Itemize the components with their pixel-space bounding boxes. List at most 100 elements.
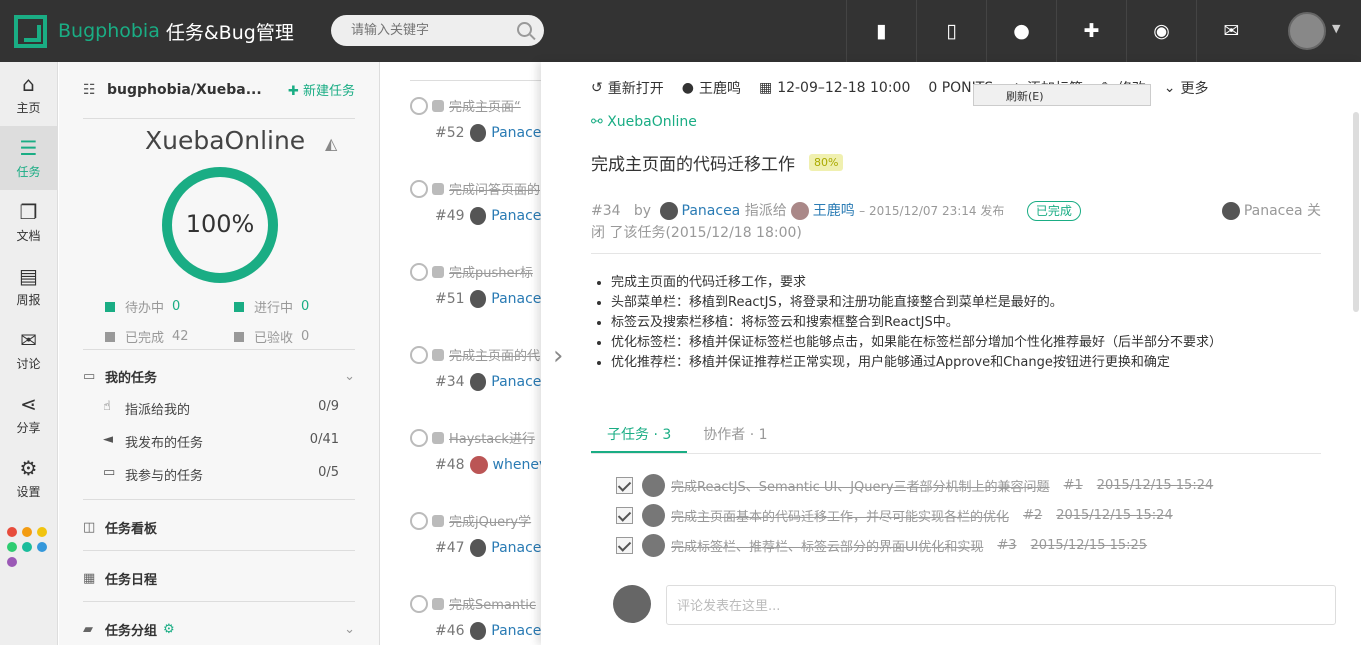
task-owner[interactable]: Panacea xyxy=(491,208,541,224)
new-task-label: 新建任务 xyxy=(302,84,355,99)
eye-icon[interactable]: ◉ xyxy=(1126,0,1196,62)
stat-todo[interactable]: 待办中 0 xyxy=(105,297,180,316)
check-circle-icon[interactable] xyxy=(410,96,428,115)
task-title: 完成Semantic xyxy=(449,598,536,613)
nav-settings[interactable]: ⚙ 设置 xyxy=(0,446,57,510)
chevron-right-icon[interactable]: › xyxy=(553,341,563,371)
description-item: 优化标签栏：移植并保证标签栏也能够点击，如果能在标签栏部分增加个性化推荐最好（后… xyxy=(611,333,1222,353)
mail-icon[interactable]: ✉ xyxy=(1196,0,1266,62)
reopen-label: 重新打开 xyxy=(607,81,664,97)
task-owner[interactable]: Panacea xyxy=(491,623,541,639)
task-board-link[interactable]: ◫ 任务看板 xyxy=(83,518,355,537)
my-task-published[interactable]: ◄ 我发布的任务 0/41 xyxy=(103,432,339,451)
wechat-icon[interactable]: ● xyxy=(986,0,1056,62)
scrollbar[interactable] xyxy=(1353,112,1359,312)
closer-name[interactable]: Panacea xyxy=(1244,203,1303,219)
share-icon: ⋖ xyxy=(20,391,37,416)
project-path[interactable]: bugphobia/Xueba... xyxy=(107,82,262,98)
my-task-joined[interactable]: ▭ 我参与的任务 0/5 xyxy=(103,465,339,484)
search-input[interactable] xyxy=(331,15,501,46)
author-link[interactable]: Panacea xyxy=(682,203,741,219)
avatar xyxy=(642,474,665,497)
assignee-label: 王鹿鸣 xyxy=(698,81,741,97)
subtask-date: 2015/12/15 15:25 xyxy=(1030,538,1148,553)
task-owner[interactable]: Panacea xyxy=(491,291,541,307)
color-dot[interactable] xyxy=(37,542,47,552)
sub-label: 我发布的任务 xyxy=(125,436,204,451)
check-circle-icon[interactable] xyxy=(410,345,428,364)
list-item[interactable]: 完成主页面的代 #34 Panacea xyxy=(410,345,541,391)
nav-tasks[interactable]: ☰ 任务 xyxy=(0,126,57,190)
stat-accepted[interactable]: 已验收 0 xyxy=(234,327,309,346)
new-task-button[interactable]: ✚ 新建任务 xyxy=(288,80,355,99)
chevron-down-icon[interactable]: ⌄ xyxy=(344,622,355,637)
nav-label: 文档 xyxy=(16,228,41,243)
stat-label: 已验收 xyxy=(254,331,294,346)
color-dot[interactable] xyxy=(7,557,17,567)
date-button[interactable]: ▦ 12-09–12-18 10:00 xyxy=(759,80,910,96)
nav-docs[interactable]: ❐ 文档 xyxy=(0,190,57,254)
check-circle-icon[interactable] xyxy=(410,179,428,198)
avatar xyxy=(469,539,487,557)
nav-share[interactable]: ⋖ 分享 xyxy=(0,382,57,446)
subtask-checkbox[interactable] xyxy=(616,477,633,494)
color-dot[interactable] xyxy=(22,527,32,537)
task-calendar-link[interactable]: ▦ 任务日程 xyxy=(83,569,355,588)
tab-subtasks[interactable]: 子任务 · 3 xyxy=(591,414,688,453)
list-item[interactable]: 完成问答页面的 #49 Panacea xyxy=(410,179,541,225)
task-owner[interactable]: Panacea xyxy=(491,374,541,390)
check-circle-icon[interactable] xyxy=(410,262,428,281)
area-chart-icon[interactable]: ◭ xyxy=(325,134,337,153)
list-item[interactable]: 完成Semantic #46 Panacea xyxy=(410,594,541,640)
project-name: XuebaOnline xyxy=(145,126,306,155)
chevron-down-icon[interactable]: ▼ xyxy=(1332,22,1340,35)
color-dot[interactable] xyxy=(7,527,17,537)
subtask-text[interactable]: 完成主页面基本的代码迁移工作，并尽可能实现各栏的优化 xyxy=(671,506,1009,525)
subtask-text[interactable]: 完成标签栏、推荐栏、标签云部分的界面UI优化和实现 xyxy=(671,536,983,555)
task-owner[interactable]: Panacea xyxy=(491,540,541,556)
plus-icon[interactable]: ✚ xyxy=(1056,0,1126,62)
assignee-link[interactable]: 王鹿鸣 xyxy=(813,203,855,219)
task-owner[interactable]: Panacea xyxy=(491,125,541,141)
subtask-checkbox[interactable] xyxy=(616,537,633,554)
stat-doing[interactable]: 进行中 0 xyxy=(234,297,309,316)
subtask-text[interactable]: 完成ReactJS、Semantic UI、JQuery三者部分机制上的兼容问题 xyxy=(671,476,1050,495)
list-item[interactable]: Haystack进行 #48 whenev xyxy=(410,428,541,474)
nav-discuss[interactable]: ✉ 讨论 xyxy=(0,318,57,382)
stat-value: 42 xyxy=(172,329,189,344)
assignee-button[interactable]: ● 王鹿鸣 xyxy=(682,78,741,98)
color-dot[interactable] xyxy=(22,542,32,552)
nav-label: 主页 xyxy=(16,100,41,115)
bookmark-icon[interactable]: ▮ xyxy=(846,0,916,62)
brand[interactable]: Bugphobia 任务&Bug管理 xyxy=(14,14,294,48)
my-tasks-header[interactable]: ▭ 我的任务 ⌄ xyxy=(83,367,355,386)
nav-home[interactable]: ⌂ 主页 xyxy=(0,62,57,126)
chevron-down-icon[interactable]: ⌄ xyxy=(344,369,355,384)
task-groups-header[interactable]: ▰ 任务分组 ⚙ ⌄ xyxy=(83,620,355,639)
gear-icon[interactable]: ⚙ xyxy=(163,622,175,637)
search-icon[interactable] xyxy=(517,22,532,37)
more-button[interactable]: ⌄ 更多 xyxy=(1164,78,1209,98)
mobile-icon[interactable]: ▯ xyxy=(916,0,986,62)
my-task-assigned[interactable]: ☝ 指派给我的 0/9 xyxy=(103,399,339,418)
project-link[interactable]: ⚯ XuebaOnline xyxy=(591,114,697,130)
status-badge: 已完成 xyxy=(1026,201,1081,221)
task-owner[interactable]: whenev xyxy=(493,457,541,473)
subtask-date: 2015/12/15 15:24 xyxy=(1096,478,1214,493)
list-item[interactable]: 完成pusher标 #51 Panacea xyxy=(410,262,541,308)
color-dot[interactable] xyxy=(37,527,47,537)
stat-done[interactable]: 已完成 42 xyxy=(105,327,189,346)
stat-value: 0 xyxy=(301,299,310,314)
check-circle-icon[interactable] xyxy=(410,428,428,447)
color-dot[interactable] xyxy=(7,542,17,552)
user-avatar[interactable] xyxy=(1288,12,1326,50)
list-item[interactable]: 完成jQuery学 #47 Panacea xyxy=(410,511,541,557)
subtask-checkbox[interactable] xyxy=(616,507,633,524)
check-circle-icon[interactable] xyxy=(410,594,428,613)
reopen-button[interactable]: ↺ 重新打开 xyxy=(591,78,664,98)
comment-input[interactable]: 评论发表在这里... xyxy=(666,585,1336,625)
nav-weekly[interactable]: ▤ 周报 xyxy=(0,254,57,318)
check-circle-icon[interactable] xyxy=(410,511,428,530)
tab-collaborators[interactable]: 协作者 · 1 xyxy=(687,414,783,453)
list-item[interactable]: 完成主页面“ #52 Panacea xyxy=(410,96,541,142)
